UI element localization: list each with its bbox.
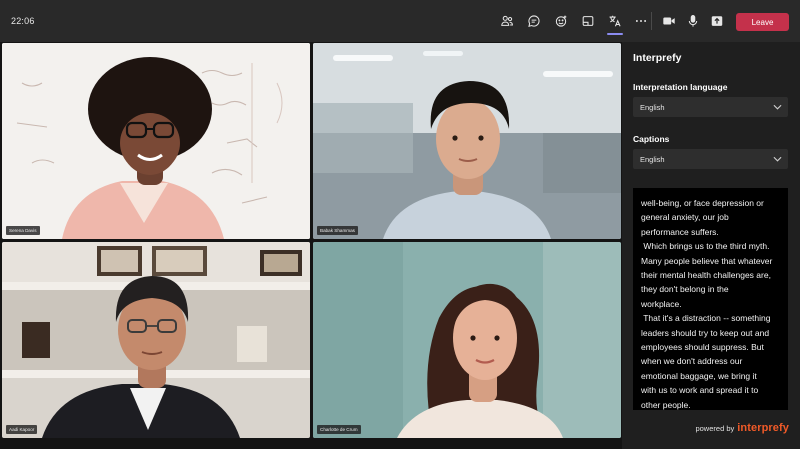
caption-line: well-being, or face depression or [641, 198, 764, 208]
powered-by-footer: powered by interprefy [695, 422, 789, 434]
caption-line: their mental health challenges are, [641, 270, 771, 281]
caption-line: emotional baggage, we bring it [641, 370, 757, 381]
powered-by-label: powered by [695, 424, 735, 433]
chat-icon[interactable] [525, 12, 543, 30]
interpretation-language-label: Interpretation language [633, 82, 728, 92]
video-tile-charlotte-de-crum[interactable]: Charlotte de Crum [313, 242, 621, 438]
captions-language-dropdown[interactable]: English [633, 149, 788, 169]
caption-line: other people. [641, 399, 691, 410]
captions-box: well-being, or face depression or genera… [633, 188, 788, 410]
participant-name: Serena Davis [6, 226, 40, 235]
caption-line: employees should suppress. But [641, 342, 764, 353]
caption-line: general anxiety, our job [641, 212, 729, 223]
caption-line: leaders should try to keep out and [641, 327, 770, 338]
camera-icon[interactable] [660, 12, 678, 30]
interpretation-language-dropdown[interactable]: English [633, 97, 788, 117]
video-tile-babak-shammas[interactable]: Babak Shammas [313, 43, 621, 239]
caption-line: That it's a distraction -- something [641, 313, 771, 324]
participant-video [313, 242, 621, 438]
caption-line: with us to work and spread it to [641, 385, 759, 396]
participant-video [313, 43, 621, 239]
toolbar-divider [651, 12, 652, 30]
panel-title: Interprefy [633, 52, 682, 64]
participant-name: Aadi Kapoor [6, 425, 38, 434]
caption-line: performance suffers. [641, 226, 719, 237]
chevron-down-icon [773, 104, 782, 110]
caption-line: workplace. [641, 298, 682, 309]
captions-language-value: English [640, 154, 665, 164]
caption-line: Which brings us to the third myth. [641, 241, 770, 252]
more-icon[interactable] [632, 12, 650, 30]
caption-line: they don't belong in the [641, 284, 729, 295]
leave-button[interactable]: Leave [736, 13, 789, 31]
translate-icon[interactable] [606, 12, 624, 35]
participant-name: Charlotte de Crum [317, 425, 361, 434]
video-tile-serena-davis[interactable]: Serena Davis [2, 43, 310, 239]
participant-name: Babak Shammas [317, 226, 358, 235]
share-tray-icon[interactable] [579, 12, 597, 30]
interprefy-panel: Interprefy Interpretation language Engli… [622, 42, 800, 449]
interprefy-logo: interprefy [737, 422, 789, 434]
meeting-timer: 22:06 [11, 16, 35, 26]
mic-icon[interactable] [684, 12, 702, 30]
captions-label: Captions [633, 134, 670, 144]
share-screen-icon[interactable] [708, 12, 726, 30]
chevron-down-icon [773, 156, 782, 162]
people-icon[interactable] [498, 12, 516, 30]
interpretation-language-value: English [640, 102, 665, 112]
video-tile-aadi-kapoor[interactable]: Aadi Kapoor [2, 242, 310, 438]
participant-video [2, 43, 310, 239]
participant-video [2, 242, 310, 438]
reactions-icon[interactable] [552, 12, 570, 30]
caption-line: Many people believe that whatever [641, 255, 773, 266]
meeting-toolbar: 22:06 Leave [0, 0, 800, 42]
caption-line: when we don't address our [641, 356, 743, 367]
